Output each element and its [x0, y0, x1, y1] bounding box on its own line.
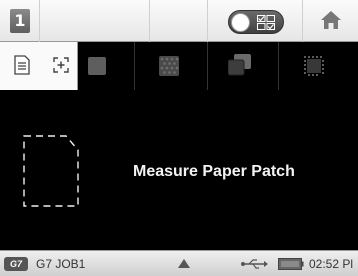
- home-button[interactable]: [303, 0, 358, 42]
- tab-dotted-patch[interactable]: [279, 42, 358, 90]
- status-bar: G7 G7 JOB1 02:52 Pl: [0, 250, 358, 276]
- toggle-knob: [231, 13, 250, 32]
- overlap-patches-icon: [228, 54, 251, 76]
- paper-patch-icon: [88, 57, 106, 75]
- job-number-button[interactable]: 1: [0, 0, 40, 42]
- paper-outline-icon: [23, 135, 79, 207]
- mode-toggle-switch[interactable]: [228, 10, 284, 34]
- job-label: G7 JOB1: [36, 257, 86, 271]
- usb-icon: [241, 259, 268, 269]
- toolbar-empty-slot-1: [40, 0, 150, 42]
- measurement-tabs: [0, 42, 358, 90]
- home-icon: [321, 11, 341, 29]
- tab-paper-patch[interactable]: [78, 42, 134, 90]
- tab-textured-patch[interactable]: [135, 42, 207, 90]
- g7-badge-icon: G7: [4, 257, 28, 271]
- battery-icon: [278, 258, 304, 270]
- dotted-patch-icon: [304, 56, 324, 76]
- document-icon: [14, 55, 30, 75]
- measure-instruction: Measure Paper Patch: [133, 163, 295, 180]
- tab-document[interactable]: [0, 42, 78, 90]
- measure-panel: Measure Paper Patch: [0, 90, 358, 250]
- job-number-icon: 1: [10, 9, 30, 33]
- top-toolbar: 1: [0, 0, 358, 42]
- grid-icon: [257, 15, 275, 30]
- clock-time: 02:52 Pl: [309, 257, 354, 271]
- textured-patch-icon: [159, 56, 179, 76]
- mode-toggle-cell: [208, 0, 303, 42]
- crosshair-icon: [53, 57, 69, 73]
- toolbar-empty-slot-2: [150, 0, 208, 42]
- tab-overlap-patches[interactable]: [208, 42, 278, 90]
- expand-up-icon[interactable]: [178, 259, 190, 268]
